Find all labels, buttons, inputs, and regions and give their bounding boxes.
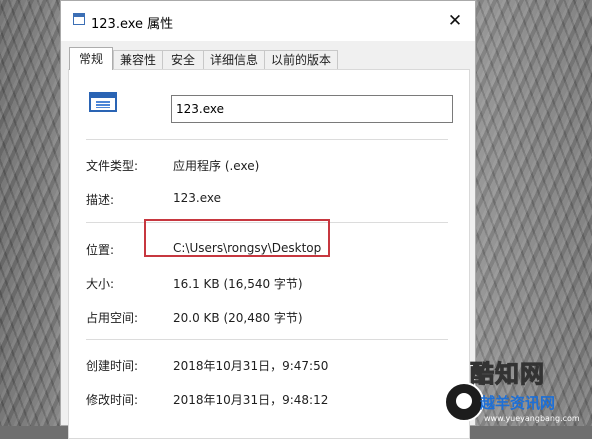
- window-title: 123.exe 属性: [91, 17, 174, 32]
- created-label: 创建时间:: [86, 359, 139, 373]
- description-label: 描述:: [86, 193, 115, 207]
- size-on-disk-label: 占用空间:: [86, 311, 139, 325]
- title-bar[interactable]: 123.exe 属性 ✕: [61, 1, 475, 41]
- size-label: 大小:: [86, 277, 115, 291]
- modified-value: 2018年10月31日，9:48:12: [173, 393, 329, 407]
- tab-security[interactable]: 安全: [162, 50, 204, 69]
- application-icon: [89, 92, 117, 112]
- file-name-input[interactable]: [171, 95, 453, 123]
- tab-details[interactable]: 详细信息: [203, 50, 265, 69]
- divider: [86, 139, 448, 140]
- tab-previous-versions[interactable]: 以前的版本: [264, 50, 338, 69]
- watermark-logo: 酷知网 越羊资讯网 www.yueyangbang.com: [432, 352, 592, 426]
- watermark-brand: 酷知网: [470, 360, 545, 389]
- tab-general[interactable]: 常规: [69, 47, 113, 70]
- file-type-label: 文件类型:: [86, 159, 139, 173]
- size-value: 16.1 KB (16,540 字节): [173, 277, 303, 291]
- close-button[interactable]: ✕: [441, 7, 469, 35]
- properties-dialog: 123.exe 属性 ✕ 常规 兼容性 安全 详细信息 以前的版本 文件类型: …: [60, 0, 476, 439]
- watermark-emblem-icon: [444, 382, 484, 422]
- modified-label: 修改时间:: [86, 393, 139, 407]
- watermark-name: 越羊资讯网: [480, 394, 556, 412]
- location-highlight-box: [144, 219, 330, 257]
- description-value: 123.exe: [173, 191, 222, 205]
- location-label: 位置:: [86, 243, 115, 257]
- divider: [86, 339, 448, 340]
- tab-compatibility[interactable]: 兼容性: [113, 50, 163, 69]
- created-value: 2018年10月31日，9:47:50: [173, 359, 329, 373]
- file-type-value: 应用程序 (.exe): [173, 159, 260, 173]
- window-icon: [73, 13, 85, 25]
- size-on-disk-value: 20.0 KB (20,480 字节): [173, 311, 303, 325]
- watermark-url: www.yueyangbang.com: [484, 414, 580, 423]
